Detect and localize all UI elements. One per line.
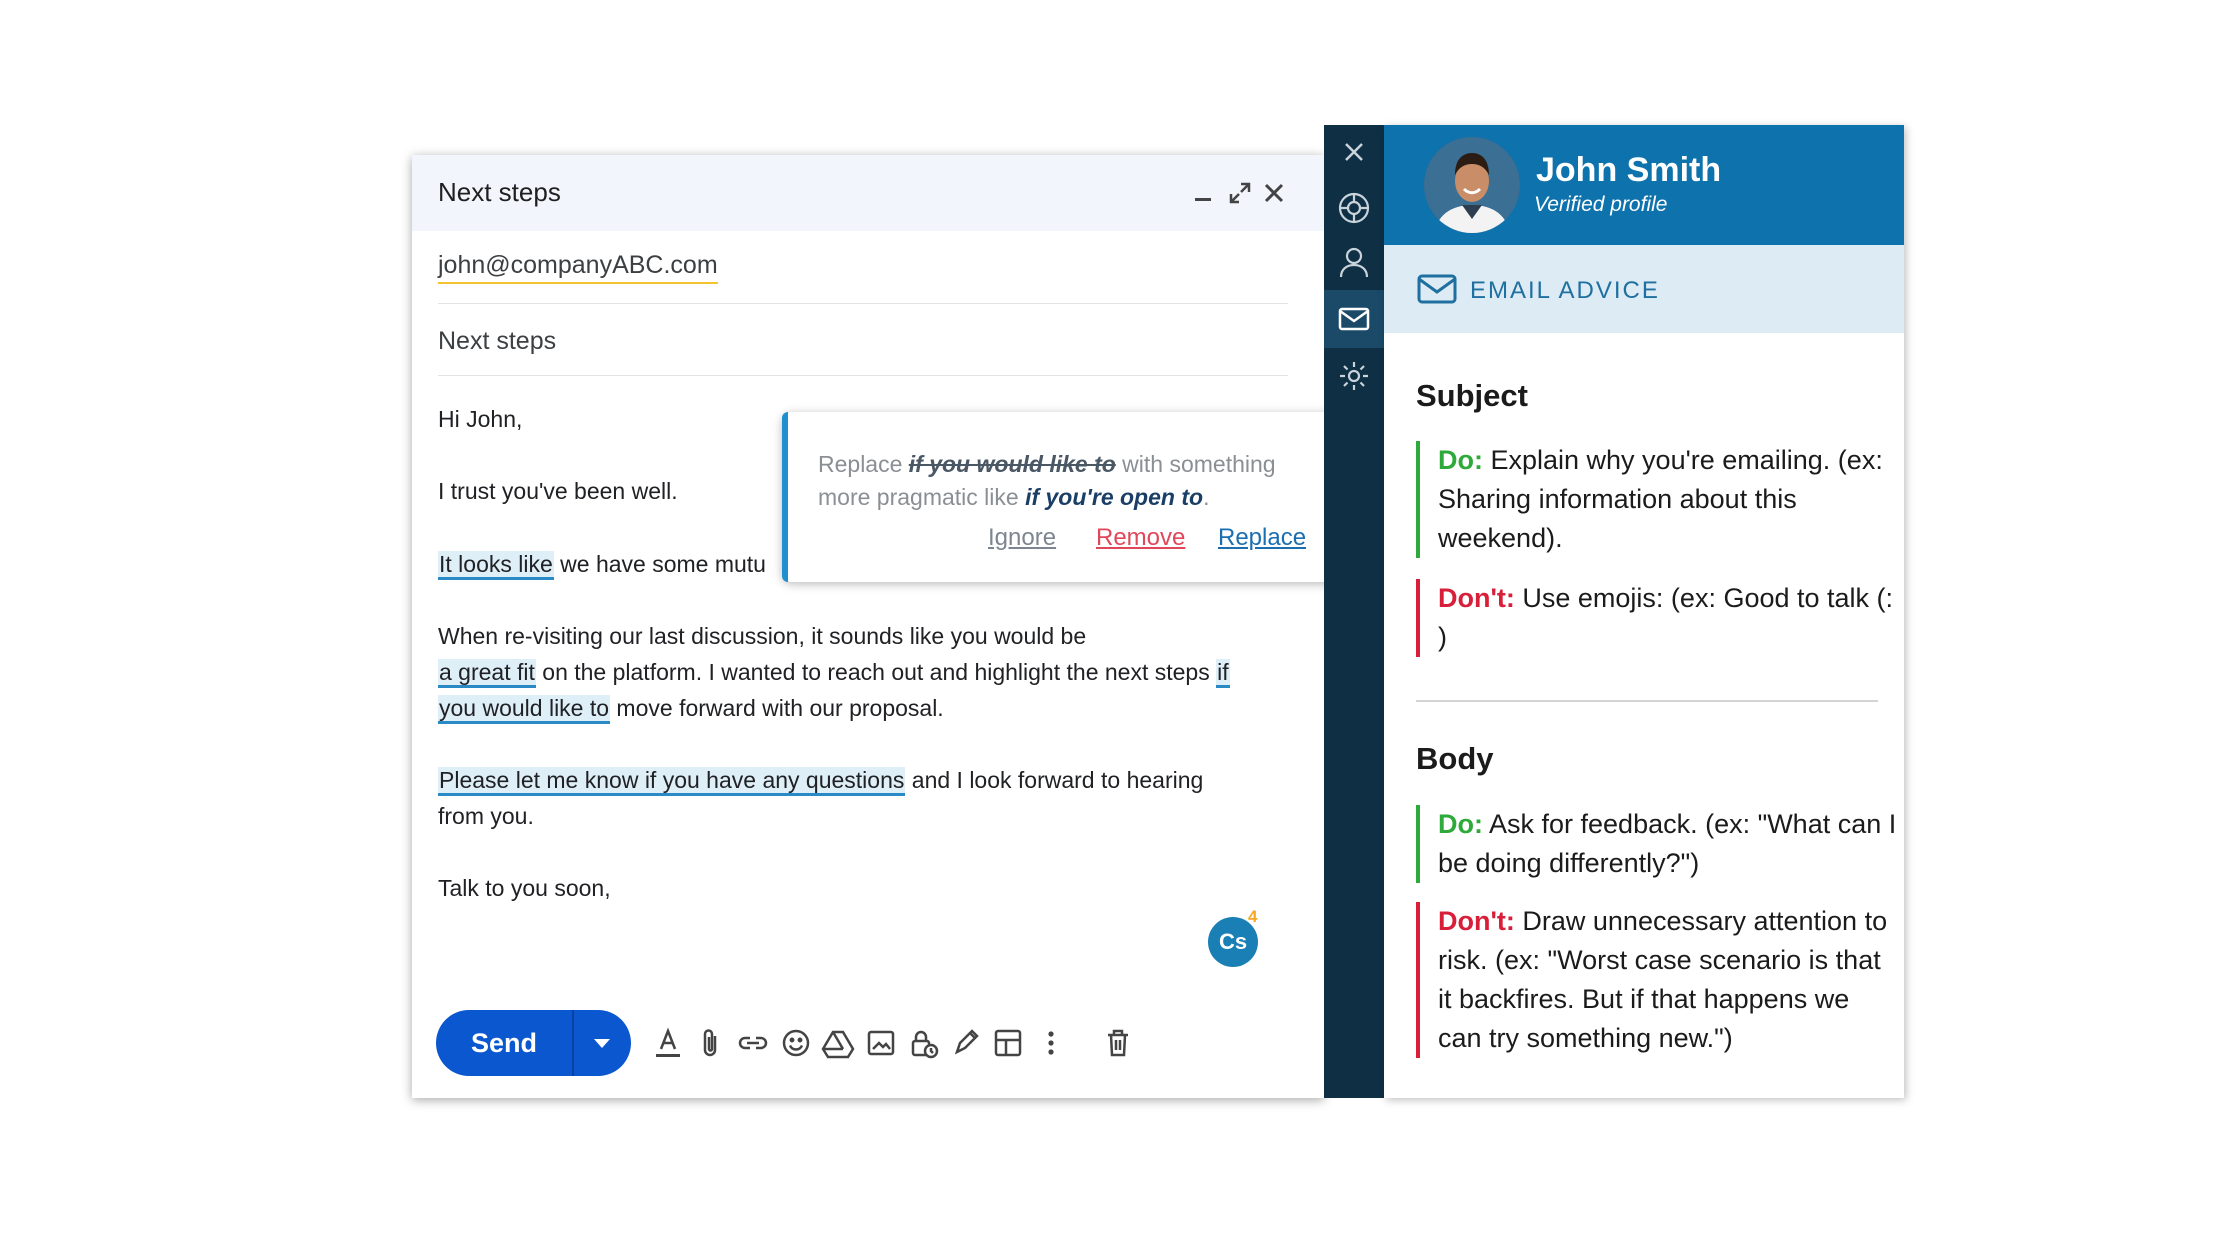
replace-button[interactable]: Replace: [1218, 524, 1306, 552]
dont-label: Don't:: [1438, 583, 1515, 613]
flagged-phrase[interactable]: a great fit: [438, 659, 536, 688]
body-text-fragment: we have some mutu: [553, 551, 766, 577]
close-icon[interactable]: [1337, 135, 1371, 169]
flagged-phrase[interactable]: Please let me know if you have any quest…: [438, 767, 906, 796]
suggestion-text: Replace if you would like to with someth…: [818, 448, 1318, 514]
suggestion-count: 4: [1248, 907, 1258, 926]
greeting-line: Hi John,: [438, 406, 523, 432]
schedule-send-dropdown[interactable]: [574, 1010, 631, 1076]
section-title-subject: Subject: [1416, 378, 1528, 413]
suggestion-prefix: Replace: [818, 451, 909, 477]
body-paragraph-3-line-1: When re-visiting our last discussion, it…: [438, 623, 1087, 649]
advice-panel: John Smith Verified profile EMAIL ADVICE…: [1384, 125, 1904, 1098]
target-icon[interactable]: [1337, 191, 1371, 225]
minimize-icon[interactable]: [1190, 179, 1218, 207]
tip-text: Ask for feedback. (ex: "What can I be do…: [1438, 809, 1897, 878]
more-options-icon[interactable]: [1033, 1025, 1069, 1061]
subject-dont-tip: Don't: Use emojis: (ex: Good to talk (: …: [1416, 579, 1898, 657]
format-text-icon[interactable]: [650, 1025, 686, 1061]
body-text-fragment: and I look forward to hearing: [905, 767, 1204, 793]
body-do-tip: Do: Ask for feedback. (ex: "What can I b…: [1416, 805, 1898, 883]
photo-icon[interactable]: [863, 1025, 899, 1061]
drive-icon[interactable]: [820, 1025, 856, 1061]
flagged-phrase[interactable]: you would like to: [438, 695, 611, 724]
tip-text: Explain why you're emailing. (ex: Sharin…: [1438, 445, 1883, 553]
emoji-icon[interactable]: [778, 1025, 814, 1061]
expand-icon[interactable]: [1226, 179, 1254, 207]
flagged-phrase[interactable]: if: [1216, 659, 1230, 688]
trash-icon[interactable]: [1100, 1025, 1136, 1061]
popup-pointer: [420, 580, 480, 618]
send-button[interactable]: Send: [436, 1010, 572, 1076]
mail-icon: [1416, 269, 1458, 309]
do-label: Do:: [1438, 809, 1483, 839]
flagged-phrase[interactable]: It looks like: [438, 551, 554, 580]
verified-status: Verified profile: [1534, 193, 1668, 216]
profile-header: John Smith Verified profile: [1384, 125, 1904, 245]
subject-value: Next steps: [438, 327, 557, 355]
send-button-group: Send: [436, 1010, 631, 1076]
body-text-fragment: on the platform. I wanted to reach out a…: [535, 659, 1217, 685]
subject-field[interactable]: Next steps: [438, 303, 1288, 376]
person-icon[interactable]: [1337, 245, 1371, 279]
link-icon[interactable]: [735, 1025, 771, 1061]
email-advice-label: EMAIL ADVICE: [1470, 277, 1660, 304]
template-icon[interactable]: [990, 1025, 1026, 1061]
dont-label: Don't:: [1438, 906, 1515, 936]
profile-name: John Smith: [1536, 151, 1722, 189]
body-dont-tip: Don't: Draw unnecessary attention to ris…: [1416, 902, 1898, 1058]
subject-do-tip: Do: Explain why you're emailing. (ex: Sh…: [1416, 441, 1898, 558]
body-paragraph-2: It looks like we have some mutu: [438, 546, 766, 582]
mail-icon[interactable]: [1337, 302, 1371, 336]
remove-button[interactable]: Remove: [1096, 524, 1185, 552]
chevron-down-icon: [594, 1039, 610, 1048]
email-advice-tab[interactable]: EMAIL ADVICE: [1384, 245, 1904, 333]
body-paragraph-3-line-3: you would like to move forward with our …: [438, 690, 944, 726]
avatar: [1424, 137, 1520, 233]
body-paragraph-1: I trust you've been well.: [438, 478, 678, 504]
struck-phrase: if you would like to: [908, 451, 1116, 477]
suggested-phrase: if you're open to: [1025, 484, 1204, 510]
signature-icon[interactable]: [948, 1025, 984, 1061]
compose-header: Next steps: [412, 155, 1324, 231]
signoff-line: Talk to you soon,: [438, 875, 611, 901]
close-icon[interactable]: [1260, 179, 1288, 207]
settings-icon[interactable]: [1337, 359, 1371, 393]
body-paragraph-4-line-2: from you.: [438, 803, 534, 829]
body-paragraph-3-line-2: a great fit on the platform. I wanted to…: [438, 654, 1230, 690]
side-rail: [1324, 125, 1384, 1098]
section-title-body: Body: [1416, 741, 1494, 776]
attach-icon[interactable]: [693, 1025, 729, 1061]
confidential-icon[interactable]: [905, 1025, 941, 1061]
suggestion-popup: Replace if you would like to with someth…: [782, 412, 1344, 582]
do-label: Do:: [1438, 445, 1483, 475]
body-text-fragment: move forward with our proposal.: [610, 695, 944, 721]
to-field[interactable]: john@companyABC.com: [438, 231, 1288, 304]
popup-accent-bar: [782, 412, 788, 582]
section-divider: [1416, 700, 1878, 702]
body-paragraph-4-line-1: Please let me know if you have any quest…: [438, 762, 1203, 798]
compose-title: Next steps: [438, 177, 561, 207]
compose-window: Next steps john@companyABC.com Next step…: [412, 155, 1324, 1098]
recipient-email: john@companyABC.com: [438, 251, 718, 284]
suggestion-suffix: .: [1203, 484, 1210, 510]
ignore-button[interactable]: Ignore: [988, 524, 1056, 552]
